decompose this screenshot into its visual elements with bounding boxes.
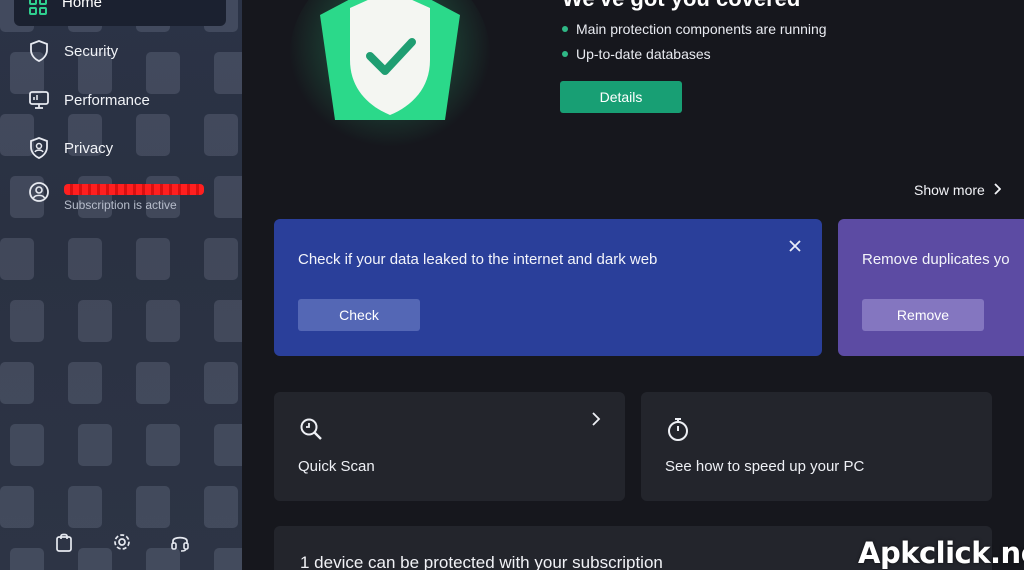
hero-heading: We've got you covered [562,0,800,12]
status-item: Main protection components are running [562,16,827,41]
background-tile [136,486,170,528]
background-tile [204,362,238,404]
privacy-shield-icon [28,137,50,159]
promo-text: Check if your data leaked to the interne… [298,251,658,268]
chevron-right-icon [993,182,1002,198]
background-tile [146,424,180,466]
status-dot-icon [562,25,568,32]
account-item[interactable]: Subscription is active [28,181,204,212]
background-tile [146,52,180,94]
store-bag-icon[interactable] [52,530,76,554]
support-headset-icon[interactable] [168,530,192,554]
background-tile [10,548,44,570]
check-button[interactable]: Check [298,299,420,331]
details-button[interactable]: Details [560,81,682,113]
background-tile [204,238,238,280]
user-circle-icon [28,181,50,203]
tile-label: See how to speed up your PC [665,458,865,475]
tile-label: Quick Scan [298,458,375,475]
background-tile [68,486,102,528]
background-tile [214,176,242,218]
background-tile [214,548,242,570]
background-tile [0,486,34,528]
background-tile [78,300,112,342]
background-tile [68,238,102,280]
background-tile [136,238,170,280]
promo-text: Remove duplicates yo [862,251,1010,268]
monitor-icon [28,89,50,111]
home-icon [28,0,48,21]
background-tile [78,424,112,466]
close-icon[interactable] [788,239,802,253]
settings-gear-icon[interactable] [110,530,134,554]
stopwatch-icon [665,416,691,442]
show-more-link[interactable]: Show more [914,182,1002,198]
show-more-label: Show more [914,182,985,198]
chevron-right-icon [591,412,603,428]
background-tile [136,114,170,156]
quick-scan-icon [298,416,324,442]
data-leak-promo-card: Check if your data leaked to the interne… [274,219,822,356]
background-tile [0,238,34,280]
background-tile [204,114,238,156]
status-list: Main protection components are running U… [562,16,827,66]
quick-scan-tile[interactable]: Quick Scan [274,392,625,501]
subscription-status: Subscription is active [64,198,177,212]
status-text: Up-to-date databases [576,45,711,62]
background-tile [146,300,180,342]
sidebar-item-label: Privacy [64,139,114,157]
sidebar-item-performance[interactable]: Performance [28,85,150,115]
remove-button[interactable]: Remove [862,299,984,331]
device-card-text: 1 device can be protected with your subs… [300,553,663,570]
status-item: Up-to-date databases [562,41,827,66]
sidebar-item-security[interactable]: Security [28,36,118,66]
status-dot-icon [562,50,568,57]
background-tile [204,486,238,528]
sidebar-item-label: Security [64,42,119,60]
sidebar-item-home[interactable]: Home [14,0,226,26]
background-tile [68,362,102,404]
speed-up-tile[interactable]: See how to speed up your PC [641,392,992,501]
background-tile [214,52,242,94]
sidebar-item-label: Home [62,0,103,11]
background-tile [10,300,44,342]
background-tile [214,424,242,466]
watermark: Apkclick.net [858,536,1024,570]
background-tile [0,362,34,404]
duplicates-promo-card: Remove duplicates yo Remove [838,219,1024,356]
sidebar-item-privacy[interactable]: Privacy [28,133,113,163]
sidebar-item-label: Performance [64,91,150,109]
background-tile [136,362,170,404]
shield-icon [28,40,50,62]
sidebar: Home Security Performance Privacy Subscr… [0,0,242,570]
status-text: Main protection components are running [576,20,827,37]
redacted-account-name [64,184,204,195]
background-tile [214,300,242,342]
protection-shield-graphic [290,0,490,150]
background-tile [10,424,44,466]
